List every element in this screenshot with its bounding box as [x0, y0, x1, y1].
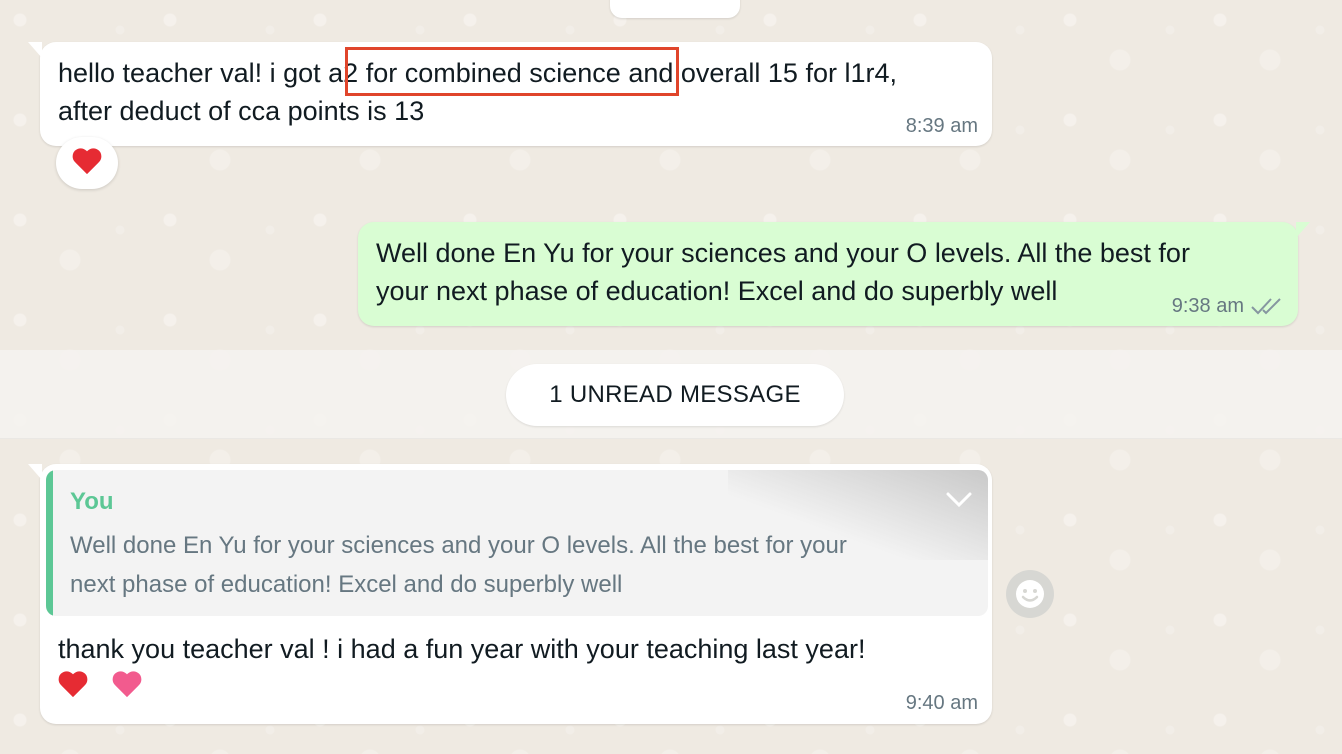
message-reaction[interactable]: [56, 137, 118, 189]
quote-text-line-2: next phase of education! Excel and do su…: [70, 571, 623, 598]
quote-text-line-1: Well done En Yu for your sciences and yo…: [70, 532, 847, 559]
red-heart-icon: [58, 672, 90, 702]
bubble-tail: [28, 42, 42, 58]
date-pill: [610, 0, 740, 18]
pink-heart-icon: [112, 672, 144, 702]
message-emojis: [58, 672, 144, 702]
message-text-line-1: Well done En Yu for your sciences and yo…: [376, 238, 1190, 268]
message-text: thank you teacher val ! i had a fun year…: [58, 634, 866, 664]
emoji-reaction-icon: [1016, 580, 1044, 608]
incoming-message-1[interactable]: hello teacher val! i got a2 for combined…: [28, 42, 992, 146]
message-text-line-2: your next phase of education! Excel and …: [376, 276, 1058, 306]
emoji-reaction-button[interactable]: [1006, 570, 1054, 618]
red-heart-icon: [72, 149, 102, 177]
incoming-message-2[interactable]: You Well done En Yu for your sciences an…: [28, 464, 992, 724]
chevron-down-icon[interactable]: [944, 484, 974, 514]
message-text-line-2: after deduct of cca points is 13: [58, 96, 425, 126]
quote-accent-bar: [46, 470, 53, 616]
quoted-reply[interactable]: You Well done En Yu for your sciences an…: [46, 470, 988, 616]
message-time: 9:40 am: [905, 692, 978, 714]
quote-text: Well done En Yu for your sciences and yo…: [70, 526, 847, 604]
bubble-tail: [28, 464, 42, 480]
bubble-tail: [1296, 222, 1310, 238]
message-text-line-1: hello teacher val! i got a2 for combined…: [58, 58, 897, 88]
unread-message-divider: 1 UNREAD MESSAGE: [506, 364, 844, 426]
outgoing-message-1[interactable]: Well done En Yu for your sciences and yo…: [358, 222, 1310, 326]
message-time: 8:39 am: [905, 115, 978, 137]
quote-author: You: [70, 488, 114, 515]
double-check-icon: [1251, 298, 1281, 315]
message-time: 9:38 am: [1171, 295, 1244, 317]
